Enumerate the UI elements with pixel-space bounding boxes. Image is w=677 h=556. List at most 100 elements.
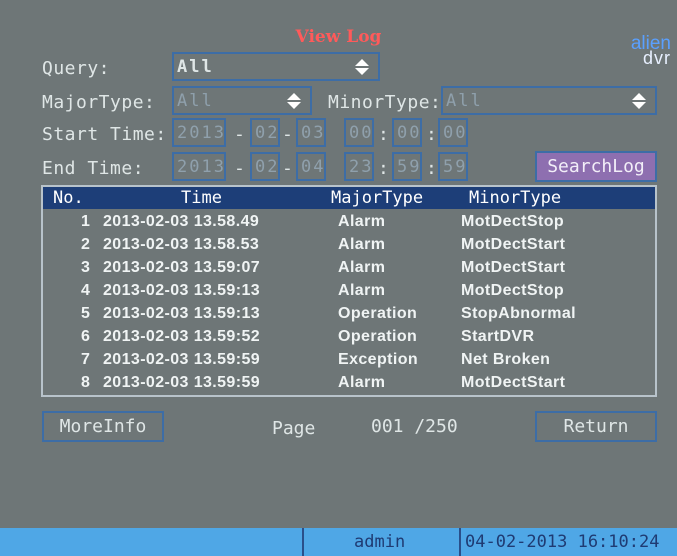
- cell-no: 6: [81, 328, 91, 345]
- date-separator: -: [282, 124, 293, 145]
- col-header-no: No.: [53, 188, 84, 208]
- major-type-value: All: [177, 91, 214, 111]
- more-info-button[interactable]: MoreInfo: [42, 411, 164, 442]
- end-second-field[interactable]: 59: [438, 152, 468, 181]
- cell-time: 2013-02-03 13.59:59: [103, 351, 261, 368]
- start-second-value: 00: [443, 123, 468, 143]
- minor-type-value: All: [446, 91, 483, 111]
- return-button[interactable]: Return: [535, 411, 657, 442]
- col-header-time: Time: [181, 188, 222, 208]
- end-minute-field[interactable]: 59: [392, 152, 422, 181]
- query-select[interactable]: All: [172, 52, 380, 81]
- date-separator: -: [234, 158, 245, 179]
- page-title: View Log: [295, 27, 382, 47]
- end-month-field[interactable]: 02: [250, 152, 280, 181]
- cell-major: Alarm: [338, 282, 386, 299]
- log-table: No. Time MajorType MinorType 1 2013-02-0…: [41, 185, 657, 397]
- start-minute-field[interactable]: 00: [392, 118, 422, 147]
- cell-no: 5: [81, 305, 91, 322]
- start-hour-value: 00: [349, 123, 374, 143]
- end-time-label: End Time:: [42, 158, 145, 179]
- cell-no: 1: [81, 213, 91, 230]
- major-type-select[interactable]: All: [172, 86, 312, 115]
- cell-time: 2013-02-03 13.59:59: [103, 374, 261, 391]
- cell-minor: MotDectStart: [461, 236, 566, 253]
- cell-time: 2013-02-03 13.58.49: [103, 213, 260, 230]
- search-log-button[interactable]: SearchLog: [535, 151, 657, 182]
- time-separator: :: [378, 124, 389, 145]
- start-month-field[interactable]: 02: [250, 118, 280, 147]
- cell-time: 2013-02-03 13.59:13: [103, 305, 261, 322]
- end-month-value: 02: [255, 157, 280, 177]
- end-day-field[interactable]: 04: [296, 152, 326, 181]
- start-year-value: 2013: [177, 123, 226, 143]
- end-hour-field[interactable]: 23: [344, 152, 374, 181]
- updown-arrows-icon: [286, 90, 302, 112]
- minor-type-label: MinorType:: [328, 92, 442, 113]
- cell-no: 4: [81, 282, 91, 299]
- cell-time: 2013-02-03 13.58.53: [103, 236, 260, 253]
- cell-minor: Net Broken: [461, 351, 551, 368]
- table-row[interactable]: 6 2013-02-03 13.59:52 Operation StartDVR: [43, 326, 655, 349]
- status-divider: [302, 528, 304, 556]
- brand-logo: alien dvr: [631, 34, 671, 67]
- date-separator: -: [234, 124, 245, 145]
- query-label: Query:: [42, 58, 111, 79]
- page-number: 001 /250: [371, 416, 458, 437]
- status-bar: admin 04-02-2013 16:10:24: [0, 528, 677, 556]
- cell-minor: MotDectStart: [461, 374, 566, 391]
- end-day-value: 04: [301, 157, 326, 177]
- cell-minor: StopAbnormal: [461, 305, 577, 322]
- cell-major: Alarm: [338, 236, 386, 253]
- minor-type-select[interactable]: All: [441, 86, 657, 115]
- status-datetime: 04-02-2013 16:10:24: [465, 532, 660, 552]
- cell-no: 7: [81, 351, 91, 368]
- cell-no: 2: [81, 236, 91, 253]
- end-hour-value: 23: [349, 157, 374, 177]
- updown-arrows-icon: [631, 90, 647, 112]
- end-minute-value: 59: [397, 157, 422, 177]
- col-header-minor-type: MinorType: [469, 188, 562, 208]
- start-time-label: Start Time:: [42, 124, 167, 145]
- table-row[interactable]: 1 2013-02-03 13.58.49 Alarm MotDectStop: [43, 211, 655, 234]
- table-row[interactable]: 4 2013-02-03 13.59:13 Alarm MotDectStop: [43, 280, 655, 303]
- cell-time: 2013-02-03 13.59:52: [103, 328, 261, 345]
- cell-no: 8: [81, 374, 91, 391]
- cell-minor: MotDectStop: [461, 282, 565, 299]
- table-row[interactable]: 7 2013-02-03 13.59:59 Exception Net Brok…: [43, 349, 655, 372]
- cell-minor: StartDVR: [461, 328, 535, 345]
- table-row[interactable]: 5 2013-02-03 13.59:13 Operation StopAbno…: [43, 303, 655, 326]
- updown-arrows-icon: [354, 56, 370, 78]
- major-type-label: MajorType:: [42, 92, 156, 113]
- start-hour-field[interactable]: 00: [344, 118, 374, 147]
- start-day-field[interactable]: 03: [296, 118, 326, 147]
- start-month-value: 02: [255, 123, 280, 143]
- cell-time: 2013-02-03 13.59:13: [103, 282, 261, 299]
- query-value: All: [177, 57, 214, 77]
- start-year-field[interactable]: 2013: [172, 118, 226, 147]
- end-year-field[interactable]: 2013: [172, 152, 226, 181]
- end-year-value: 2013: [177, 157, 226, 177]
- col-header-major-type: MajorType: [331, 188, 424, 208]
- start-day-value: 03: [301, 123, 326, 143]
- cell-major: Alarm: [338, 213, 386, 230]
- table-header: No. Time MajorType MinorType: [43, 187, 655, 209]
- status-divider: [459, 528, 461, 556]
- cell-time: 2013-02-03 13.59:07: [103, 259, 261, 276]
- start-second-field[interactable]: 00: [438, 118, 468, 147]
- cell-major: Operation: [338, 328, 418, 345]
- page-label: Page: [272, 418, 316, 439]
- time-separator: :: [378, 158, 389, 179]
- cell-no: 3: [81, 259, 91, 276]
- time-separator: :: [426, 158, 437, 179]
- cell-major: Alarm: [338, 374, 386, 391]
- cell-major: Operation: [338, 305, 418, 322]
- start-minute-value: 00: [397, 123, 422, 143]
- date-separator: -: [282, 158, 293, 179]
- cell-major: Exception: [338, 351, 419, 368]
- cell-minor: MotDectStart: [461, 259, 566, 276]
- table-row[interactable]: 2 2013-02-03 13.58.53 Alarm MotDectStart: [43, 234, 655, 257]
- status-user: admin: [354, 532, 406, 552]
- table-row[interactable]: 3 2013-02-03 13.59:07 Alarm MotDectStart: [43, 257, 655, 280]
- table-row[interactable]: 8 2013-02-03 13.59:59 Alarm MotDectStart: [43, 372, 655, 395]
